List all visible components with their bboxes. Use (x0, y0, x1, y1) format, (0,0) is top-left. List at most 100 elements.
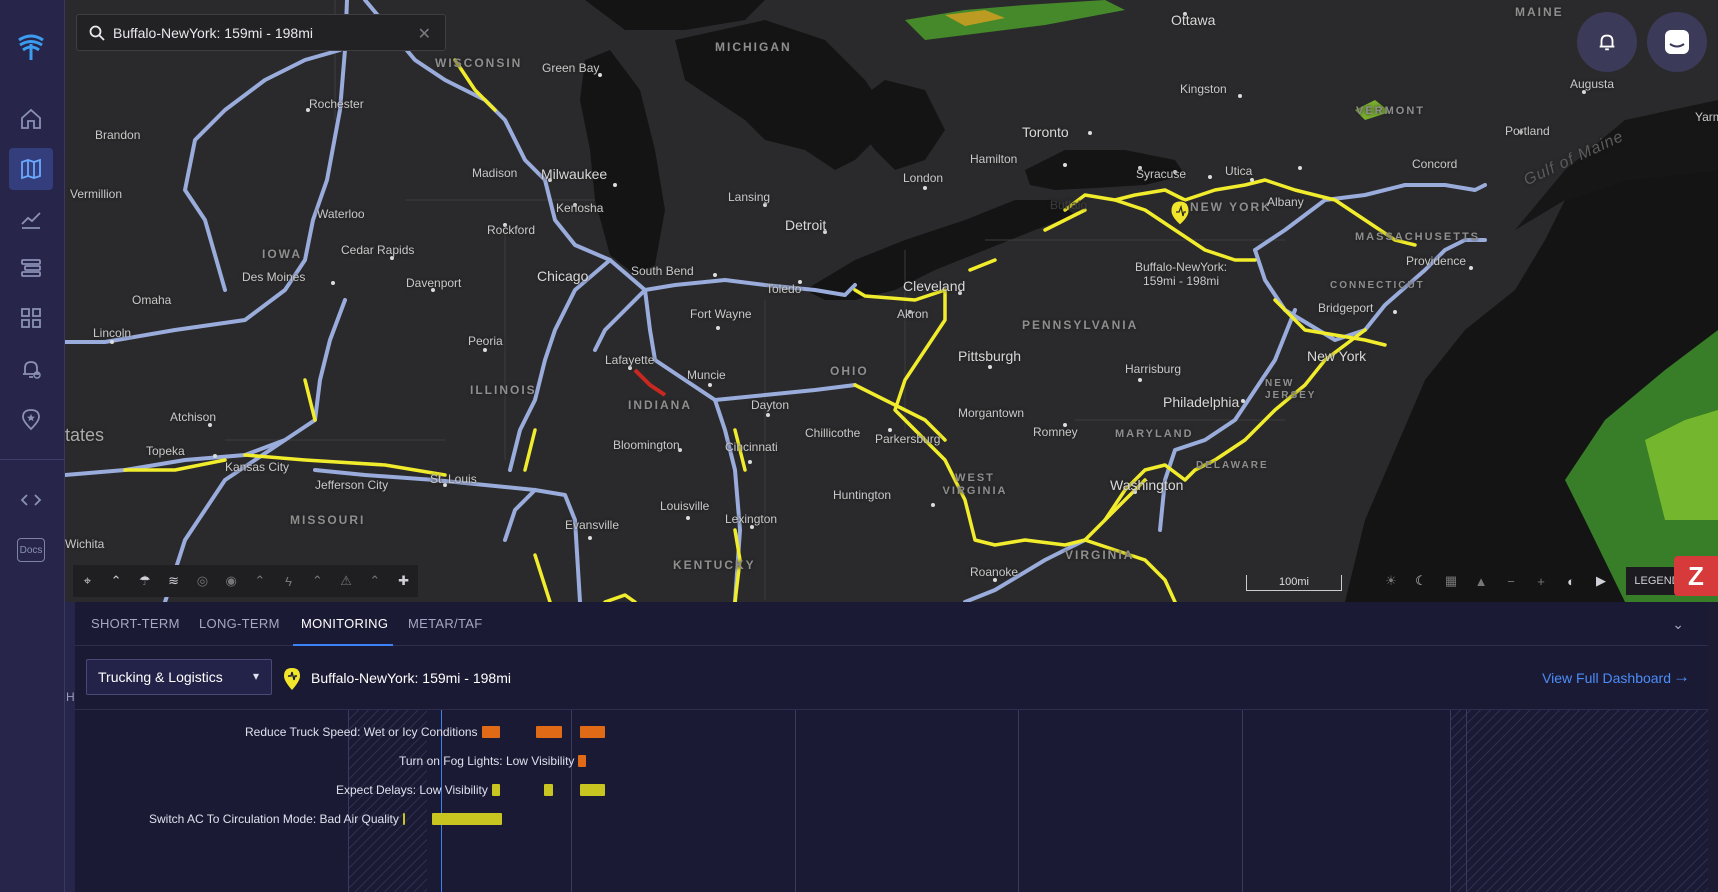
lightning-icon[interactable]: ϟ (274, 565, 303, 597)
chat-button[interactable] (1647, 12, 1707, 72)
docs-link[interactable]: Docs (17, 538, 45, 562)
zendesk-button[interactable]: Z (1674, 556, 1718, 596)
nav-home[interactable] (9, 98, 53, 140)
timeline-row-label: Reduce Truck Speed: Wet or Icy Condition… (245, 725, 478, 739)
map-label: Vermillion (70, 187, 123, 201)
map-label: Dayton (751, 398, 790, 412)
map-label: Peoria (468, 334, 503, 348)
map-label: Wichita (65, 537, 105, 551)
map-label: CONNECTICUT (1330, 280, 1425, 291)
sun-icon[interactable]: ☀ (1376, 565, 1406, 597)
app-logo[interactable] (14, 30, 48, 64)
map-label: Omaha (132, 293, 172, 307)
search-input[interactable] (113, 22, 413, 44)
timeline-bar[interactable] (482, 726, 500, 738)
grid-line (795, 710, 796, 892)
map-label: St. Louis (430, 472, 477, 486)
wind-icon[interactable]: ≋ (159, 565, 188, 597)
chevron-up-icon[interactable]: ⌃ (102, 565, 131, 597)
map-label: Chillicothe (805, 426, 861, 440)
map-label: Morgantown (958, 406, 1025, 420)
nav-dashboard[interactable] (9, 297, 53, 339)
globe-icon[interactable]: ◐ (1556, 565, 1586, 597)
nav-map[interactable] (9, 148, 53, 190)
collapse-panel-icon[interactable]: ⌄ (1672, 616, 1684, 633)
pin-icon[interactable]: ⌖ (73, 565, 102, 597)
map-label: MISSOURI (290, 513, 366, 527)
weather-map[interactable]: WISCONSIN MICHIGAN IOWA ILLINOIS INDIANA… (65, 0, 1718, 602)
nav-api[interactable] (9, 479, 53, 521)
map-label: VIRGINIA (1065, 548, 1135, 562)
zoom-out-icon[interactable]: − (1496, 565, 1526, 597)
map-label: Des Moines (242, 270, 306, 284)
map-label: Concord (1412, 157, 1458, 171)
grid-line (1242, 710, 1243, 892)
grid-line (1018, 710, 1019, 892)
map-label: Pittsburgh (958, 348, 1022, 364)
map-label: Toronto (1022, 124, 1069, 140)
bell-icon (1599, 34, 1615, 51)
tab-long-term[interactable]: LONG-TERM (199, 616, 280, 631)
map-label: Bloomington (613, 438, 680, 452)
hurricane-icon[interactable]: ◉ (217, 565, 246, 597)
location-search[interactable]: ✕ (76, 14, 446, 51)
fire-icon[interactable]: ◎ (188, 565, 217, 597)
compass-icon[interactable]: ▲ (1466, 565, 1496, 597)
map-label: Milwaukee (541, 166, 608, 182)
map-label: Topeka (146, 444, 185, 458)
grid-line (571, 710, 572, 892)
industry-select[interactable]: Trucking & Logistics ▾ (86, 659, 272, 695)
map-label: Louisville (660, 499, 710, 513)
clipped-text: H (66, 690, 75, 704)
nav-analytics[interactable] (9, 198, 53, 240)
timeline-bar[interactable] (544, 784, 553, 796)
timeline-bar[interactable] (578, 755, 586, 767)
chevron-up-icon[interactable]: ⌃ (303, 565, 332, 597)
arrow-right-icon[interactable]: → (1673, 667, 1690, 687)
map-label: Madison (472, 166, 518, 180)
map-label: Fort Wayne (690, 307, 752, 321)
view-full-dashboard-link[interactable]: View Full Dashboard (1542, 670, 1671, 686)
play-icon[interactable]: ▶ (1586, 565, 1616, 597)
nav-saved-locations[interactable] (9, 398, 53, 440)
timeline-bar[interactable] (536, 726, 562, 738)
timeline-bar[interactable] (580, 784, 605, 796)
tab-short-term[interactable]: SHORT-TERM (91, 616, 180, 631)
code-icon (20, 494, 42, 506)
add-location-icon[interactable]: ✚ (389, 565, 418, 597)
layers-icon (21, 259, 41, 277)
zoom-in-icon[interactable]: + (1526, 565, 1556, 597)
map-label: Hamilton (970, 152, 1018, 166)
timeline-bar[interactable] (492, 784, 500, 796)
nav-layers[interactable] (9, 247, 53, 289)
timeline-bar[interactable] (403, 813, 405, 825)
sidebar-divider (0, 459, 65, 460)
nav-alerts[interactable] (9, 348, 53, 390)
map-label: Portland (1505, 124, 1550, 138)
map-label: Kansas City (225, 460, 290, 474)
notifications-button[interactable] (1577, 12, 1637, 72)
map-label: Rockford (487, 223, 536, 237)
precipitation-icon[interactable]: ☂ (131, 565, 160, 597)
chevron-up-icon[interactable]: ⌃ (246, 565, 275, 597)
grid-icon[interactable]: ▦ (1436, 565, 1466, 597)
home-icon (21, 108, 41, 129)
tab-monitoring[interactable]: MONITORING (301, 616, 388, 631)
warning-icon[interactable]: ⚠ (332, 565, 361, 597)
map-label: Lansing (728, 190, 771, 204)
tab-metar-taf[interactable]: METAR/TAF (408, 616, 482, 631)
timeline-bar[interactable] (580, 726, 605, 738)
map-label: Evansville (565, 518, 620, 532)
chevron-up-icon[interactable]: ⌃ (361, 565, 390, 597)
timeline-bar[interactable] (432, 813, 502, 825)
map-label: NEW JERSEY (1265, 378, 1317, 401)
map-label: Washington (1110, 477, 1184, 493)
map-label: Cincinnati (725, 440, 778, 454)
moon-icon[interactable]: ☾ (1406, 565, 1436, 597)
location-name: Buffalo-NewYork: 159mi - 198mi (311, 670, 511, 686)
clear-icon[interactable]: ✕ (418, 24, 431, 44)
map-label: Lafayette (605, 353, 655, 367)
map-label: Utica (1225, 164, 1253, 178)
map-label: NEW YORK (1190, 200, 1272, 214)
map-label: Roanoke (970, 565, 1019, 579)
